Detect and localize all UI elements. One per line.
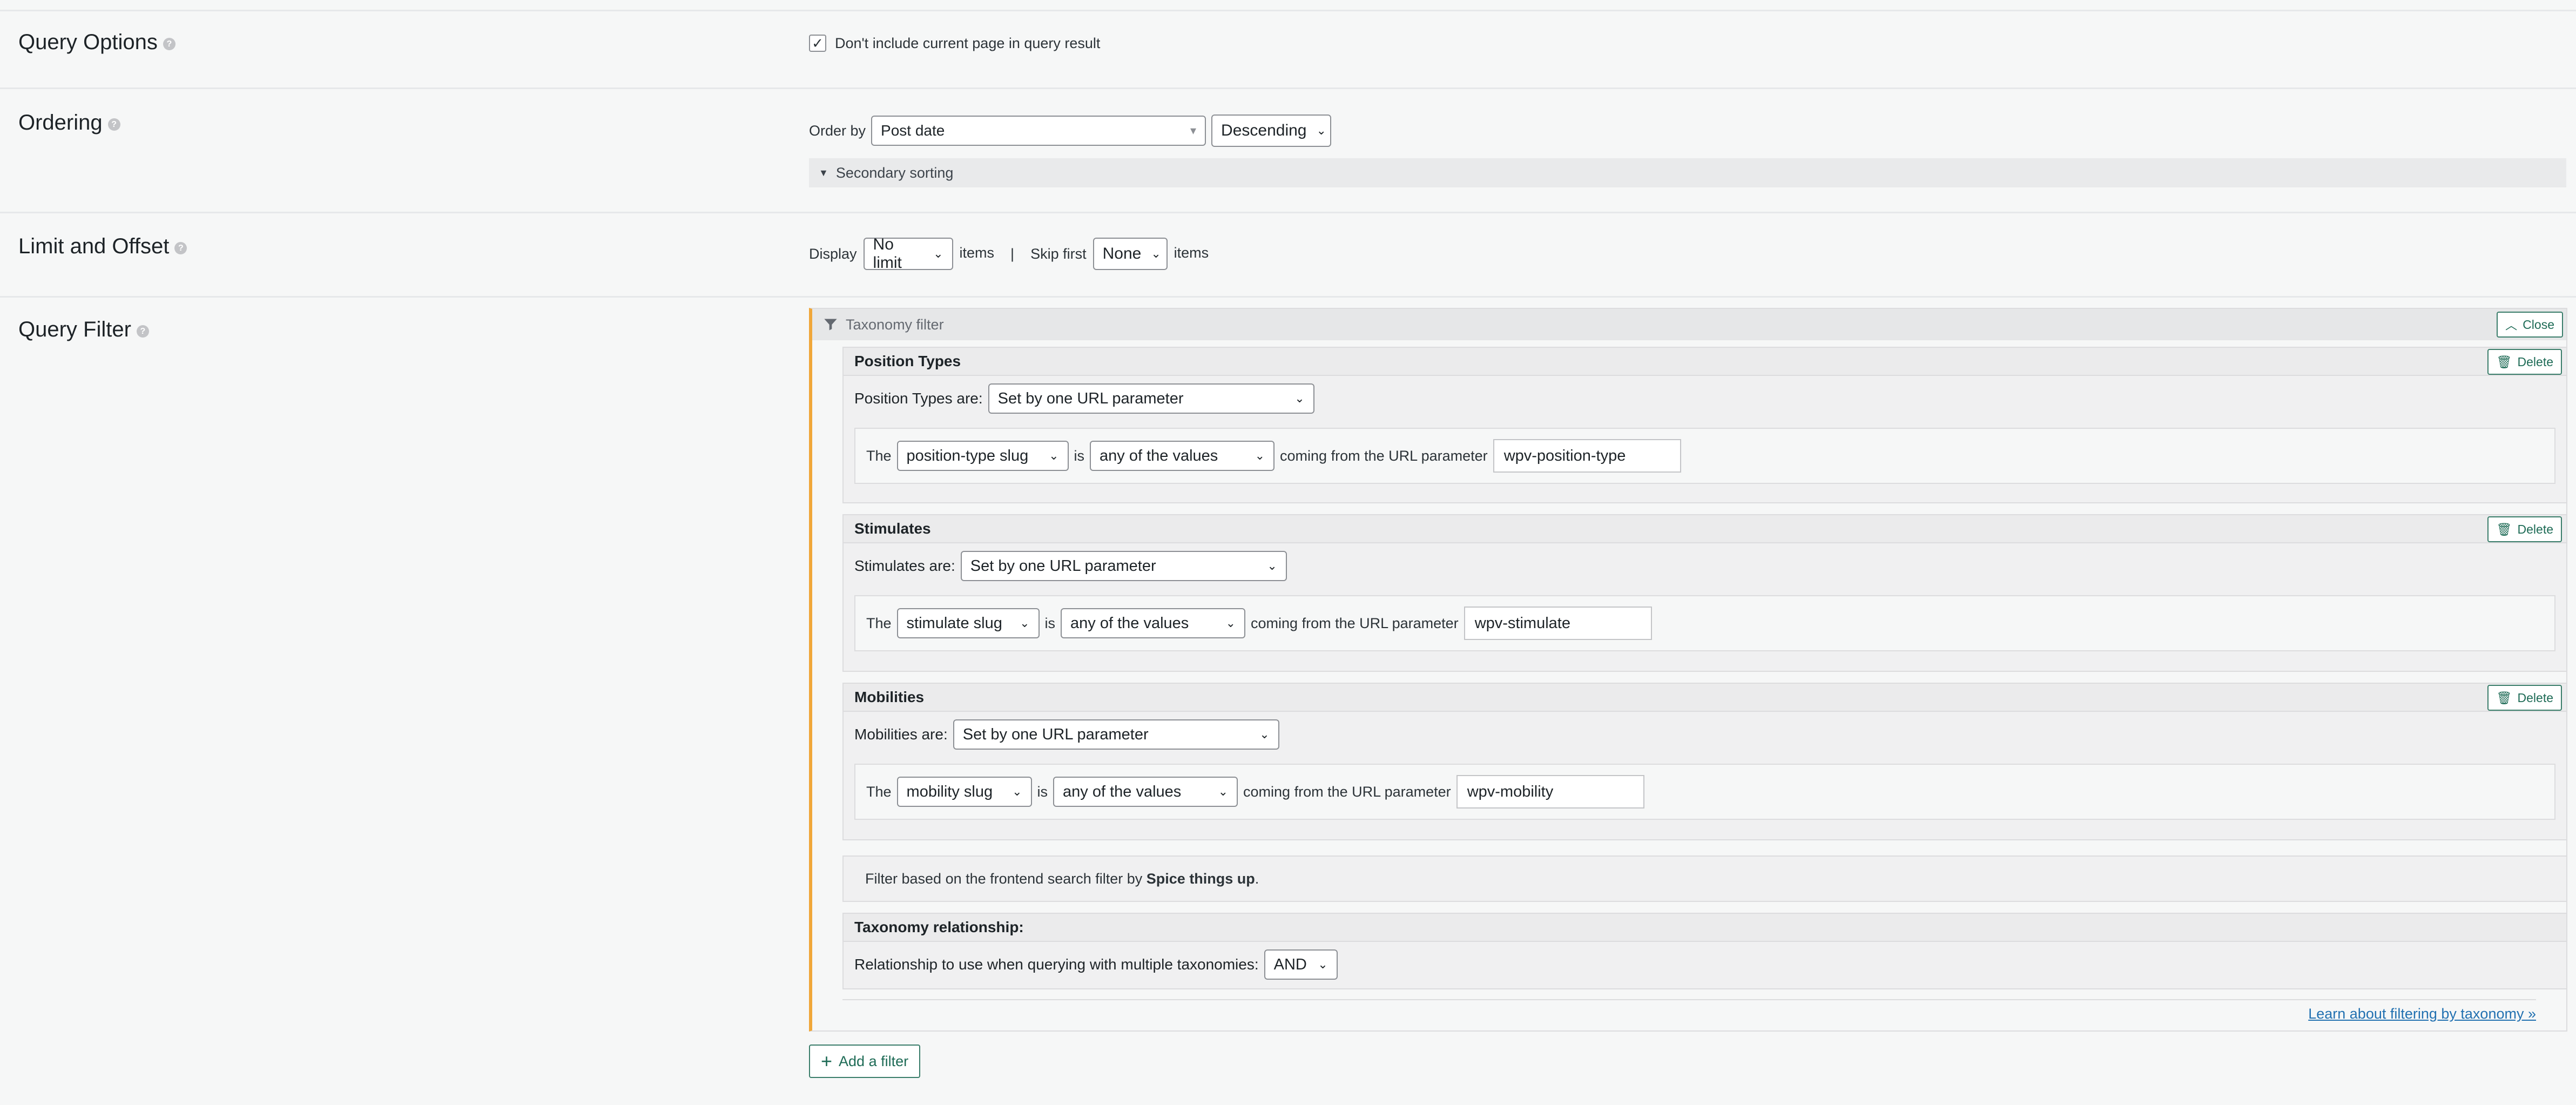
taxonomy-condition-row: The stimulate slug ⌄ is any of the value… xyxy=(854,595,2555,651)
taxonomy-mode-row: Position Types are: Set by one URL param… xyxy=(854,383,1314,414)
chevron-down-icon: ⌄ xyxy=(1255,449,1265,462)
chevron-down-icon: ⌄ xyxy=(1151,247,1161,260)
trash-icon: 🗑 xyxy=(2496,354,2512,369)
taxonomy-operator-select[interactable]: any of the values ⌄ xyxy=(1053,777,1238,807)
frontend-filter-note: Filter based on the frontend search filt… xyxy=(842,855,2567,902)
chevron-down-icon: ⌄ xyxy=(1318,958,1328,971)
delete-button[interactable]: 🗑 Delete xyxy=(2487,685,2562,711)
exclude-current-row: ✓ Don't include current page in query re… xyxy=(809,35,1100,52)
help-icon[interactable]: ? xyxy=(107,118,120,131)
exclude-current-label: Don't include current page in query resu… xyxy=(835,35,1101,51)
url-parameter-input[interactable]: wpv-stimulate xyxy=(1464,607,1652,640)
secondary-sorting-toggle[interactable]: ▼ Secondary sorting xyxy=(809,158,2566,187)
divider xyxy=(842,999,2536,1000)
help-icon[interactable]: ? xyxy=(163,38,176,50)
chevron-down-icon: ⌄ xyxy=(1267,559,1277,572)
limit-row: Display No limit ⌄ items | Skip first No… xyxy=(809,235,1209,272)
relationship-title: Taxonomy relationship: xyxy=(844,914,2566,942)
chevron-down-icon: ⌄ xyxy=(1020,616,1030,630)
taxonomy-condition-row: The mobility slug ⌄ is any of the values… xyxy=(854,764,2555,820)
order-by-label: Order by xyxy=(809,122,866,139)
url-parameter-input[interactable]: wpv-mobility xyxy=(1456,775,1644,808)
chevron-down-icon: ⌄ xyxy=(1049,449,1059,462)
relationship-select[interactable]: AND ⌄ xyxy=(1264,949,1338,980)
divider xyxy=(0,10,2576,11)
taxonomy-mode-select[interactable]: Set by one URL parameter ⌄ xyxy=(988,383,1314,414)
divider xyxy=(0,212,2576,213)
taxonomy-title: Position Types xyxy=(844,348,2566,376)
chevron-down-icon: ⌄ xyxy=(933,247,943,260)
section-title-limit-offset: Limit and Offset ? xyxy=(18,234,187,259)
help-icon[interactable]: ? xyxy=(174,242,187,254)
divider xyxy=(0,87,2576,89)
chevron-down-icon: ⌄ xyxy=(1316,124,1326,137)
close-filter-button[interactable]: ︿ Close xyxy=(2497,312,2563,338)
taxonomy-mode-row: Mobilities are: Set by one URL parameter… xyxy=(854,719,1279,750)
taxonomy-section-position-types: Position Types 🗑 Delete Position Types a… xyxy=(842,347,2567,503)
order-by-row: Order by Post date ▾ Descending ⌄ xyxy=(809,114,1332,147)
learn-filtering-link[interactable]: Learn about filtering by taxonomy » xyxy=(2308,1006,2536,1022)
taxonomy-title: Stimulates xyxy=(844,515,2566,543)
skip-first-select[interactable]: None ⌄ xyxy=(1093,238,1168,270)
items-label: items xyxy=(959,244,995,261)
help-icon[interactable]: ? xyxy=(136,325,149,338)
taxonomy-title: Mobilities xyxy=(844,684,2566,712)
search-filter-name: Spice things up xyxy=(1146,870,1255,887)
taxonomy-operator-select[interactable]: any of the values ⌄ xyxy=(1061,608,1246,638)
taxonomy-field-select[interactable]: position-type slug ⌄ xyxy=(896,441,1069,471)
caret-down-icon: ▾ xyxy=(1190,124,1197,137)
taxonomy-mode-row: Stimulates are: Set by one URL parameter… xyxy=(854,551,1287,581)
taxonomy-field-select[interactable]: stimulate slug ⌄ xyxy=(896,608,1040,638)
taxonomy-filter-box: Taxonomy filter ︿ Close Position Types 🗑… xyxy=(809,308,2567,1032)
section-title-ordering: Ordering ? xyxy=(18,111,120,135)
url-parameter-input[interactable]: wpv-position-type xyxy=(1493,439,1681,473)
taxonomy-section-stimulates: Stimulates 🗑 Delete Stimulates are: Set … xyxy=(842,514,2567,672)
add-filter-button[interactable]: + Add a filter xyxy=(809,1045,921,1078)
section-title-query-filter: Query Filter ? xyxy=(18,318,149,342)
triangle-down-icon: ▼ xyxy=(819,167,828,178)
separator: | xyxy=(1010,245,1015,262)
taxonomy-mode-select[interactable]: Set by one URL parameter ⌄ xyxy=(953,719,1279,750)
chevron-down-icon: ⌄ xyxy=(1012,785,1022,798)
taxonomy-mode-select[interactable]: Set by one URL parameter ⌄ xyxy=(960,551,1287,581)
chevron-down-icon: ⌄ xyxy=(1218,785,1229,798)
taxonomy-condition-row: The position-type slug ⌄ is any of the v… xyxy=(854,428,2555,484)
taxonomy-filter-header: Taxonomy filter xyxy=(812,309,2566,340)
items-label: items xyxy=(1174,244,1209,261)
chevron-up-icon: ︿ xyxy=(2505,319,2518,332)
taxonomy-relationship-section: Taxonomy relationship: Relationship to u… xyxy=(842,913,2567,989)
relationship-row: Relationship to use when querying with m… xyxy=(854,949,1338,980)
trash-icon: 🗑 xyxy=(2496,522,2512,536)
chevron-down-icon: ⌄ xyxy=(1294,392,1305,405)
delete-button[interactable]: 🗑 Delete xyxy=(2487,516,2562,542)
divider xyxy=(0,296,2576,298)
taxonomy-section-mobilities: Mobilities 🗑 Delete Mobilities are: Set … xyxy=(842,683,2567,840)
chevron-down-icon: ⌄ xyxy=(1225,616,1236,630)
order-by-select[interactable]: Post date ▾ xyxy=(871,116,1206,146)
delete-button[interactable]: 🗑 Delete xyxy=(2487,349,2562,375)
plus-icon: + xyxy=(821,1050,833,1072)
chevron-down-icon: ⌄ xyxy=(1259,727,1270,741)
taxonomy-field-select[interactable]: mobility slug ⌄ xyxy=(896,777,1032,807)
taxonomy-operator-select[interactable]: any of the values ⌄ xyxy=(1090,441,1275,471)
display-limit-select[interactable]: No limit ⌄ xyxy=(863,235,953,272)
trash-icon: 🗑 xyxy=(2496,690,2512,705)
display-label: Display xyxy=(809,245,857,262)
views-editor-page: Query Options ? ✓ Don't include current … xyxy=(0,0,2576,1105)
funnel-icon xyxy=(824,319,837,331)
exclude-current-checkbox[interactable]: ✓ xyxy=(809,35,826,52)
order-direction-select[interactable]: Descending ⌄ xyxy=(1211,114,1332,147)
skip-first-label: Skip first xyxy=(1030,245,1087,262)
section-title-query-options: Query Options ? xyxy=(18,30,176,55)
